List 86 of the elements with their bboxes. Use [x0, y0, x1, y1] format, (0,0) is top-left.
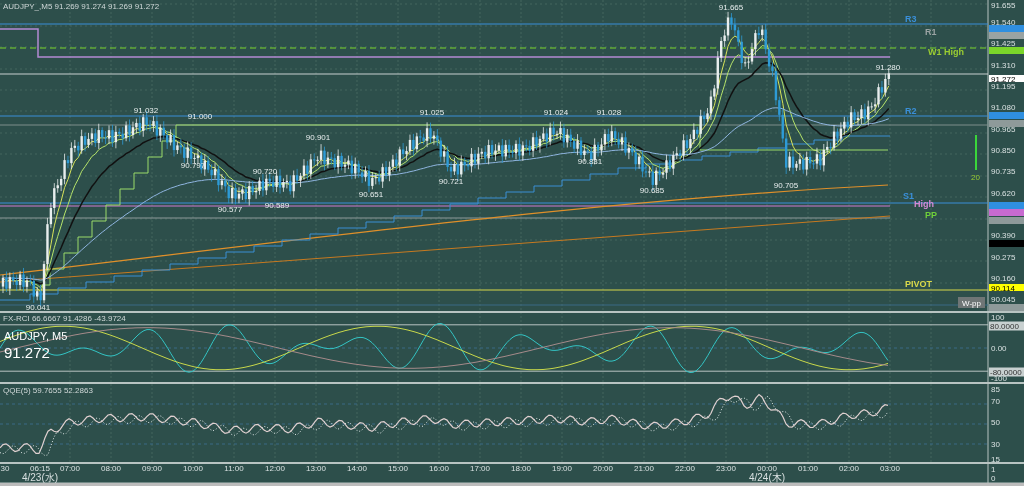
price-axis-label: 91.080 — [991, 103, 1016, 113]
indicator-axis-label: 50 — [991, 418, 1000, 427]
time-label: 23:00 — [716, 464, 736, 473]
time-label: 20:00 — [593, 464, 613, 473]
price-label: 90.721 — [438, 177, 464, 186]
price-label: 91.024 — [543, 108, 569, 117]
level-label: PP — [925, 210, 937, 220]
price-axis-label: 90.620 — [991, 188, 1016, 198]
time-label: 06:15 — [30, 464, 50, 473]
time-label: 11:00 — [224, 464, 244, 473]
price-axis-label: 90.965 — [991, 124, 1016, 134]
time-label: 07:00 — [60, 464, 80, 473]
indicator-label: QQE(5) 59.7655 52.2863 — [3, 386, 93, 395]
level-label: S1 — [903, 191, 914, 201]
indicator-axis-label: 15 — [991, 455, 1000, 464]
time-label: 12:00 — [265, 464, 285, 473]
price-tag: 90.114 — [989, 283, 1024, 293]
price-axis-label: 90.160 — [991, 274, 1016, 284]
axis-tag: 80.0000 — [989, 321, 1024, 331]
price-axis-label: 91.540 — [991, 17, 1016, 27]
time-label: 02:00 — [839, 464, 859, 473]
time-label: 16:00 — [429, 464, 449, 473]
price-label: 90.685 — [639, 186, 665, 195]
price-label: 90.705 — [773, 181, 799, 190]
indicator-axis-label: 30 — [991, 440, 1000, 449]
price-axis-label: 91.195 — [991, 81, 1016, 91]
axis-label: 0 — [991, 474, 996, 483]
level-label: PIVOT — [905, 279, 932, 289]
time-label: 21:00 — [634, 464, 654, 473]
price-label: 91.000 — [187, 112, 213, 121]
time-label: 14:00 — [347, 464, 367, 473]
price-label: 91.665 — [718, 3, 744, 12]
axis-label: 1 — [991, 465, 996, 474]
time-label: 22:00 — [675, 464, 695, 473]
price-axis-label: 90.045 — [991, 295, 1016, 305]
range-value: 20 — [971, 173, 980, 182]
price-label: 90.901 — [305, 133, 331, 142]
level-label: W1 High — [928, 47, 964, 57]
indicator-axis-label: -100 — [991, 374, 1007, 383]
time-label: 17:00 — [470, 464, 490, 473]
price-label: 90.720 — [252, 167, 278, 176]
time-label: 30 — [0, 464, 10, 473]
chart-header: AUDJPY_,M5 91.269 91.274 91.269 91.272 — [3, 2, 160, 11]
indicator-axis-label: 0.00 — [991, 344, 1007, 353]
level-label: R2 — [905, 106, 917, 116]
price-tag — [989, 304, 1024, 311]
price-axis-label: 90.390 — [991, 231, 1016, 241]
time-label: 09:00 — [142, 464, 162, 473]
price-axis-label: 90.735 — [991, 167, 1016, 177]
price-axis-label: 91.425 — [991, 39, 1016, 49]
price-label: 90.651 — [358, 190, 384, 199]
date-label: 4/24(木) — [748, 472, 786, 483]
time-label: 10:00 — [183, 464, 203, 473]
price-axis-label: 91.655 — [991, 0, 1016, 10]
indicator-axis-label: 100 — [991, 313, 1005, 322]
price-tag: 91.272 — [989, 74, 1024, 84]
time-label: 03:00 — [880, 464, 900, 473]
level-label: R3 — [905, 14, 917, 24]
indicator-axis-label: 70 — [991, 397, 1000, 406]
price-axis-label: 91.310 — [991, 60, 1016, 70]
date-label: 4/23(水) — [21, 472, 59, 483]
level-label: R1 — [925, 27, 937, 37]
indicator-axis-label: 85 — [991, 385, 1000, 394]
axis-tag: -80.0000 — [989, 367, 1024, 377]
current-price: 91.272 — [4, 344, 50, 361]
indicator-label: FX-RCI 66.6667 91.4286 -43.9724 — [3, 314, 126, 323]
price-label: 90.589 — [264, 201, 290, 210]
price-tag — [989, 47, 1024, 54]
price-tag — [989, 240, 1024, 247]
level-label: High — [914, 199, 934, 209]
time-label: 08:00 — [101, 464, 121, 473]
time-label: 19:00 — [552, 464, 572, 473]
time-label: 00:00 — [757, 464, 777, 473]
price-label: 91.280 — [875, 63, 901, 72]
price-label: 91.025 — [419, 108, 445, 117]
time-label: 13:00 — [306, 464, 326, 473]
w-pp-button[interactable]: W-pp — [958, 297, 985, 308]
time-label: 15:00 — [388, 464, 408, 473]
price-axis-label: 90.275 — [991, 252, 1016, 262]
price-label: 90.041 — [25, 303, 51, 312]
time-label: 01:00 — [798, 464, 818, 473]
price-label: 90.577 — [217, 205, 243, 214]
price-label: 91.032 — [133, 106, 159, 115]
time-label: 18:00 — [511, 464, 531, 473]
price-label: 91.028 — [596, 108, 622, 117]
price-axis-label: 90.850 — [991, 146, 1016, 155]
